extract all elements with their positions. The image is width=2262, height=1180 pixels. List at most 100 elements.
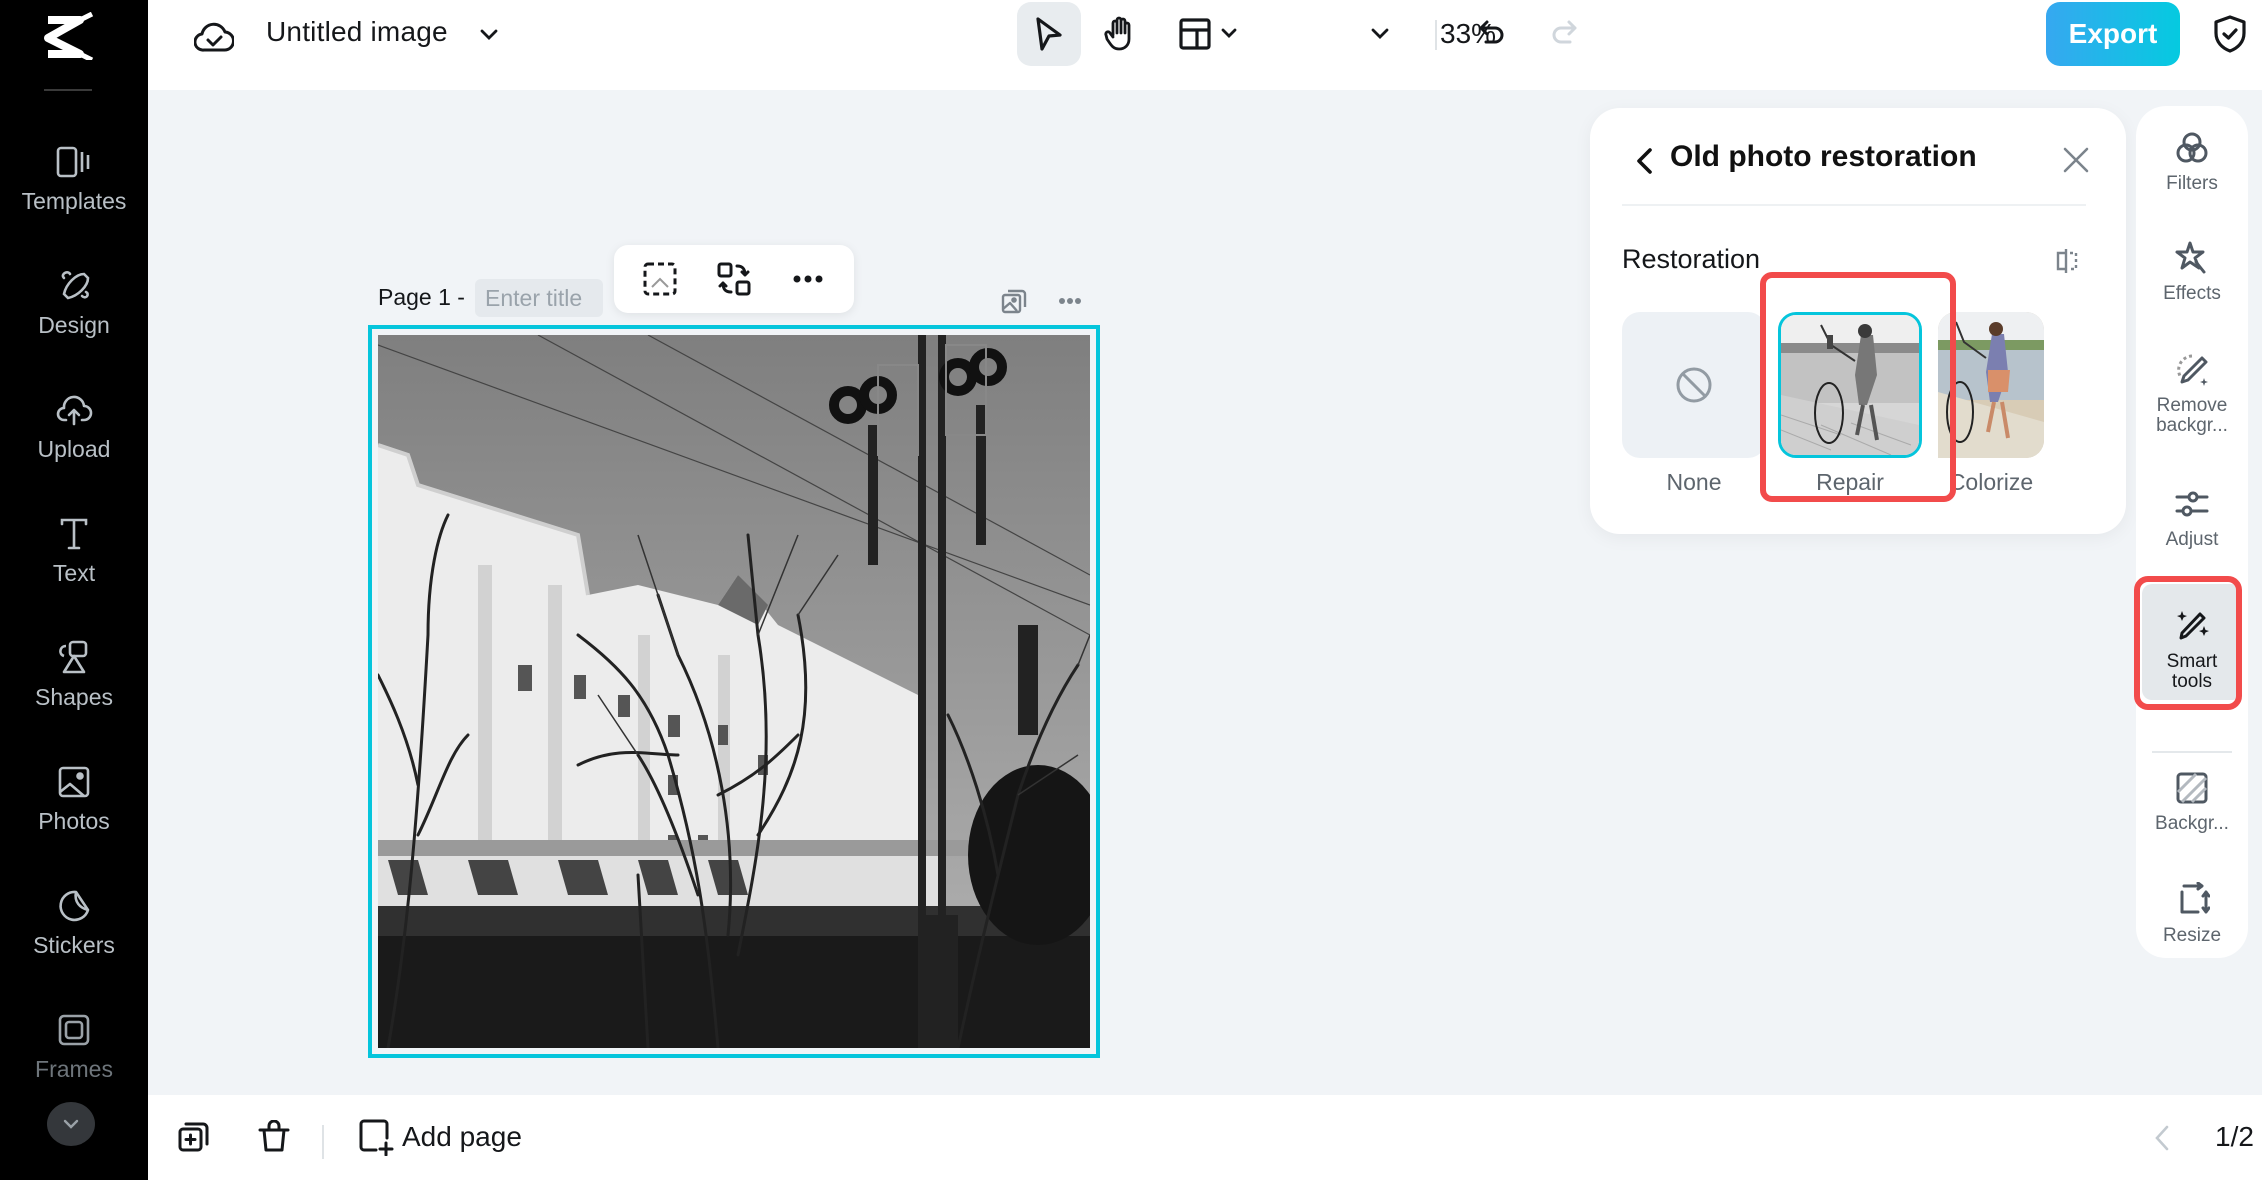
sidebar-item-label: Design bbox=[38, 312, 110, 338]
previous-page-icon[interactable] bbox=[2148, 1123, 2178, 1153]
add-page-label: Add page bbox=[402, 1121, 522, 1152]
replace-image-button[interactable] bbox=[640, 259, 680, 299]
sidebar-item-templates[interactable]: Templates bbox=[0, 142, 148, 242]
right-tool-filters[interactable]: Filters bbox=[2142, 106, 2242, 206]
right-tool-remove-background[interactable]: Remove backgr... bbox=[2142, 328, 2242, 438]
filters-icon bbox=[2172, 128, 2212, 168]
left-sidebar: Templates Design Upload Text Shapes Phot… bbox=[0, 0, 148, 1180]
restoration-option-none[interactable]: None bbox=[1622, 303, 1766, 503]
right-tool-label: Smart tools bbox=[2166, 651, 2218, 692]
canvas-image-frame[interactable] bbox=[368, 325, 1100, 1058]
shield-check-icon[interactable] bbox=[2212, 14, 2248, 54]
select-tool-button[interactable] bbox=[1017, 2, 1081, 66]
sidebar-item-label: Photos bbox=[38, 808, 110, 834]
panel-divider bbox=[1622, 204, 2086, 206]
bottom-divider bbox=[322, 1125, 324, 1159]
restoration-option-colorize[interactable]: Colorize bbox=[1938, 303, 2044, 503]
zoom-dropdown-button[interactable] bbox=[1360, 2, 1400, 66]
undo-button[interactable] bbox=[1461, 2, 1525, 66]
restoration-option-repair[interactable]: Repair bbox=[1778, 303, 1922, 503]
sidebar-item-stickers[interactable]: Stickers bbox=[0, 886, 148, 986]
capcut-logo-icon[interactable] bbox=[40, 12, 100, 60]
delete-page-button[interactable] bbox=[254, 1117, 294, 1157]
shapes-icon bbox=[54, 638, 94, 678]
old-photo-restoration-panel: Old photo restoration Restoration None R… bbox=[1590, 108, 2126, 534]
logo-divider bbox=[44, 89, 92, 91]
document-title[interactable]: Untitled image bbox=[266, 16, 448, 48]
redo-icon bbox=[1547, 18, 1579, 50]
toolbar-divider bbox=[1435, 20, 1437, 50]
sidebar-item-label: Upload bbox=[37, 436, 111, 462]
sidebar-item-design[interactable]: Design bbox=[0, 266, 148, 366]
right-tool-adjust[interactable]: Adjust bbox=[2142, 462, 2242, 562]
cloud-check-icon[interactable] bbox=[194, 18, 234, 54]
more-options-button[interactable] bbox=[788, 259, 828, 299]
photos-icon bbox=[54, 762, 94, 802]
design-icon bbox=[54, 266, 94, 306]
chevron-down-icon[interactable] bbox=[478, 24, 500, 46]
option-thumbnail bbox=[1938, 312, 2044, 458]
add-page-icon bbox=[358, 1118, 394, 1156]
sidebar-item-upload[interactable]: Upload bbox=[0, 390, 148, 490]
pointer-icon bbox=[1032, 15, 1066, 53]
option-thumbnail bbox=[1778, 312, 1922, 458]
sidebar-item-label: Shapes bbox=[34, 684, 113, 710]
page-label: Page 1 - bbox=[378, 284, 465, 310]
sidebar-item-frames[interactable]: Frames bbox=[0, 1010, 148, 1110]
back-chevron-icon[interactable] bbox=[1632, 146, 1658, 176]
panel-title: Old photo restoration bbox=[1670, 140, 1977, 173]
adjust-icon bbox=[2172, 484, 2212, 524]
colorize-preview-image bbox=[1938, 312, 2044, 458]
remove-background-icon bbox=[2172, 350, 2212, 390]
right-tool-resize[interactable]: Resize bbox=[2142, 858, 2242, 958]
right-tool-background[interactable]: Backgr... bbox=[2142, 746, 2242, 846]
duplicate-page-button[interactable] bbox=[174, 1117, 214, 1157]
chevron-down-icon bbox=[1370, 27, 1390, 41]
trash-icon bbox=[258, 1120, 290, 1154]
more-horizontal-icon bbox=[1058, 297, 1082, 305]
sidebar-item-label: Frames bbox=[35, 1056, 113, 1082]
ban-icon bbox=[1674, 365, 1714, 405]
smart-tools-icon bbox=[2172, 606, 2212, 646]
sidebar-item-photos[interactable]: Photos bbox=[0, 762, 148, 862]
compare-icon[interactable] bbox=[2052, 246, 2082, 276]
sidebar-item-label: Templates bbox=[21, 188, 127, 214]
swap-image-button[interactable] bbox=[714, 259, 754, 299]
option-label: Repair bbox=[1816, 469, 1884, 495]
bottom-bar: Add page 1/2 bbox=[148, 1095, 2262, 1180]
top-bar: Untitled image 33% Export bbox=[148, 0, 2262, 90]
sidebar-item-text[interactable]: Text bbox=[0, 514, 148, 614]
option-label: None bbox=[1666, 469, 1722, 495]
sidebar-more-button[interactable] bbox=[47, 1102, 95, 1146]
image-stack-icon bbox=[1000, 287, 1028, 315]
undo-icon bbox=[1477, 18, 1509, 50]
sidebar-item-shapes[interactable]: Shapes bbox=[0, 638, 148, 738]
sidebar-item-label: Text bbox=[52, 560, 96, 586]
export-button[interactable]: Export bbox=[2046, 2, 2180, 66]
right-tool-label: Backgr... bbox=[2155, 813, 2229, 834]
layout-tool-button[interactable] bbox=[1168, 2, 1248, 66]
page-count: 1/2 bbox=[2215, 1121, 2254, 1152]
canvas-photo bbox=[378, 335, 1090, 1048]
hand-icon bbox=[1103, 15, 1137, 53]
stickers-icon bbox=[54, 886, 94, 926]
redo-button[interactable] bbox=[1531, 2, 1595, 66]
duplicate-icon bbox=[177, 1120, 211, 1154]
background-icon bbox=[2172, 768, 2212, 808]
text-icon bbox=[54, 514, 94, 554]
hand-tool-button[interactable] bbox=[1088, 2, 1152, 66]
add-page-button[interactable]: Add page bbox=[358, 1115, 522, 1159]
right-tool-effects[interactable]: Effects bbox=[2142, 216, 2242, 316]
more-horizontal-icon bbox=[792, 274, 824, 284]
page-image-button[interactable] bbox=[998, 285, 1030, 317]
page-more-button[interactable] bbox=[1054, 285, 1086, 317]
page-title-input[interactable] bbox=[475, 279, 603, 317]
templates-icon bbox=[54, 142, 94, 182]
right-tool-label: Adjust bbox=[2165, 529, 2219, 550]
right-toolbar: Filters Effects Remove backgr... Adjust … bbox=[2136, 106, 2248, 958]
swap-icon bbox=[716, 261, 752, 297]
right-tool-smart-tools[interactable]: Smart tools bbox=[2142, 584, 2242, 700]
close-icon[interactable] bbox=[2058, 142, 2094, 178]
right-tool-label: Remove backgr... bbox=[2156, 395, 2228, 436]
repair-preview-image bbox=[1781, 315, 1919, 455]
